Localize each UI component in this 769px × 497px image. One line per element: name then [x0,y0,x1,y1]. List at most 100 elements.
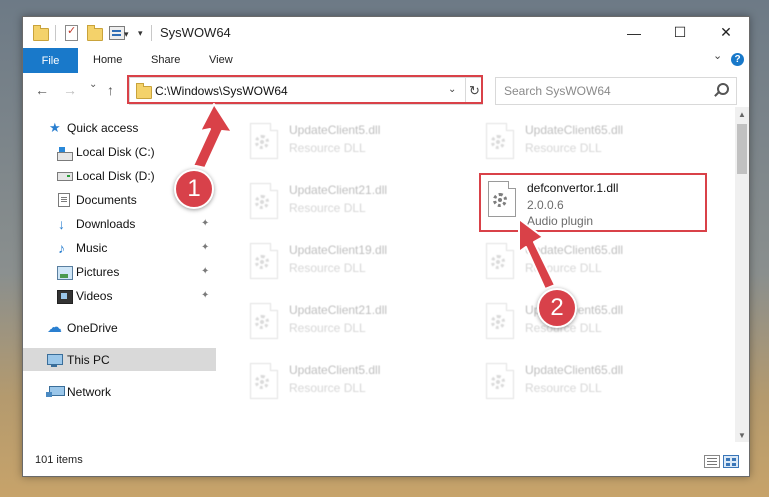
vertical-scrollbar[interactable]: ▲ ▼ [735,107,749,442]
sidebar-item-label: Quick access [67,120,139,135]
documents-icon [58,193,70,207]
file-name: UpdateClient65.dll [525,243,624,257]
network-icon [46,386,65,397]
scroll-thumb[interactable] [737,124,747,174]
status-bar: 101 items [23,442,749,476]
file-type: Resource DLL [289,261,366,275]
sidebar-item-onedrive[interactable]: ☁ OneDrive [23,316,216,339]
sidebar-item-quick-access[interactable]: ★ Quick access [23,116,216,139]
navigation-pane: ★ Quick access Local Disk (C:) Local Dis… [23,107,216,442]
title-bar: ▾ ▾ SysWOW64 — ☐ ✕ [23,17,749,48]
title-divider [55,25,56,41]
pin-icon[interactable]: ✦ [201,290,209,301]
file-item[interactable]: UpdateClient65.dll Resource DLL [480,241,710,291]
large-icons-view-icon[interactable] [723,455,739,468]
dll-file-icon [486,303,514,339]
scroll-up-icon[interactable]: ▲ [735,107,749,121]
file-name: UpdateClient65.dll [525,303,624,317]
file-item[interactable]: UpdateClient65.dll Resource DLL [480,361,710,411]
scroll-down-icon[interactable]: ▼ [735,428,749,442]
sidebar-item-label: This PC [67,352,110,367]
dll-file-icon [250,183,278,219]
sidebar-item-network[interactable]: Network [23,380,216,403]
gear-icon [255,315,269,329]
expand-ribbon-icon[interactable]: ⌄ [713,49,722,62]
tab-share[interactable]: Share [151,54,180,66]
file-item[interactable]: UpdateClient21.dll Resource DLL [244,301,474,351]
gear-icon [493,193,507,207]
new-folder-icon[interactable] [87,25,103,41]
file-item[interactable]: UpdateClient65.dll Resource DLL [480,301,710,351]
navigation-bar: ← → ⌄ ↑ C:\Windows\SysWOW64 ⌄ ↻ Search S… [23,73,749,107]
file-type: Resource DLL [289,321,366,335]
recent-locations-button[interactable]: ⌄ [89,79,97,90]
sidebar-item-this-pc[interactable]: This PC [23,348,216,371]
file-item[interactable]: UpdateClient5.dll Resource DLL [244,121,474,171]
sidebar-item-local-disk-c[interactable]: Local Disk (C:) [23,140,216,163]
item-count: 101 items [35,454,83,466]
sidebar-item-downloads[interactable]: ↓ Downloads ✦ [23,212,216,235]
file-item[interactable]: UpdateClient65.dll Resource DLL [480,121,710,171]
pin-icon[interactable]: ✦ [201,218,209,229]
help-icon[interactable]: ? [731,53,744,66]
minimize-button[interactable]: — [611,17,657,48]
file-name: UpdateClient5.dll [289,123,381,137]
tab-file[interactable]: File [23,48,78,73]
refresh-button[interactable]: ↻ [465,78,483,104]
sidebar-item-label: Pictures [76,264,120,279]
file-item[interactable]: UpdateClient5.dll Resource DLL [244,361,474,411]
tab-view[interactable]: View [209,54,233,66]
tab-home[interactable]: Home [93,54,122,66]
file-type: Resource DLL [289,201,366,215]
file-name: UpdateClient19.dll [289,243,388,257]
sidebar-item-label: Network [67,384,112,399]
sidebar-item-pictures[interactable]: Pictures ✦ [23,260,216,283]
details-view-icon[interactable] [704,455,720,468]
chevron-down-icon[interactable]: ▾ [124,29,129,40]
drive-icon [57,172,73,181]
dll-file-icon [250,303,278,339]
download-icon: ↓ [58,215,65,232]
customize-toolbar-icon[interactable] [109,26,125,40]
dll-file-icon [486,363,514,399]
sidebar-item-videos[interactable]: Videos ✦ [23,284,216,307]
dll-file-icon [486,123,514,159]
file-item-defconvertor[interactable]: defconvertor.1.dll 2.0.0.6 Audio plugin [482,179,712,229]
file-list: UpdateClient5.dll Resource DLL UpdateCli… [216,107,735,442]
file-name: UpdateClient21.dll [289,183,388,197]
search-placeholder[interactable]: Search SysWOW64 [504,84,611,98]
pin-icon[interactable]: ✦ [201,194,209,205]
forward-button[interactable]: → [63,82,77,98]
gear-icon [255,135,269,149]
close-button[interactable]: ✕ [703,17,749,48]
sidebar-item-label: OneDrive [67,320,118,335]
dll-file-icon [488,181,516,217]
ribbon: File Home Share View ⌄ ? [23,48,749,74]
file-version: 2.0.0.6 [527,198,564,212]
explorer-window: ▾ ▾ SysWOW64 — ☐ ✕ File Home Share View … [22,16,750,477]
address-dropdown-icon[interactable]: ⌄ [448,84,456,95]
sidebar-item-documents[interactable]: Documents ✦ [23,188,216,211]
file-name: defconvertor.1.dll [527,181,619,195]
file-type: Resource DLL [525,261,602,275]
sidebar-item-label: Documents [76,192,137,207]
maximize-button[interactable]: ☐ [657,17,703,48]
file-name: UpdateClient65.dll [525,123,624,137]
quick-access-toolbar-dropdown-icon[interactable]: ▾ [138,28,143,39]
folder-icon [33,25,49,41]
sidebar-item-music[interactable]: ♪ Music ✦ [23,236,216,259]
search-box[interactable]: Search SysWOW64 [495,77,737,105]
address-text[interactable]: C:\Windows\SysWOW64 [155,84,288,98]
up-button[interactable]: ↑ [107,82,114,98]
file-item[interactable]: UpdateClient21.dll Resource DLL [244,181,474,231]
file-item[interactable]: UpdateClient19.dll Resource DLL [244,241,474,291]
file-type: Resource DLL [289,141,366,155]
search-icon [717,83,729,95]
address-bar[interactable]: C:\Windows\SysWOW64 ⌄ ↻ [129,77,483,105]
properties-check-icon[interactable] [65,24,78,41]
pin-icon[interactable]: ✦ [201,266,209,277]
sidebar-item-local-disk-d[interactable]: Local Disk (D:) [23,164,216,187]
pin-icon[interactable]: ✦ [201,242,209,253]
dll-file-icon [250,123,278,159]
back-button[interactable]: ← [35,82,49,98]
